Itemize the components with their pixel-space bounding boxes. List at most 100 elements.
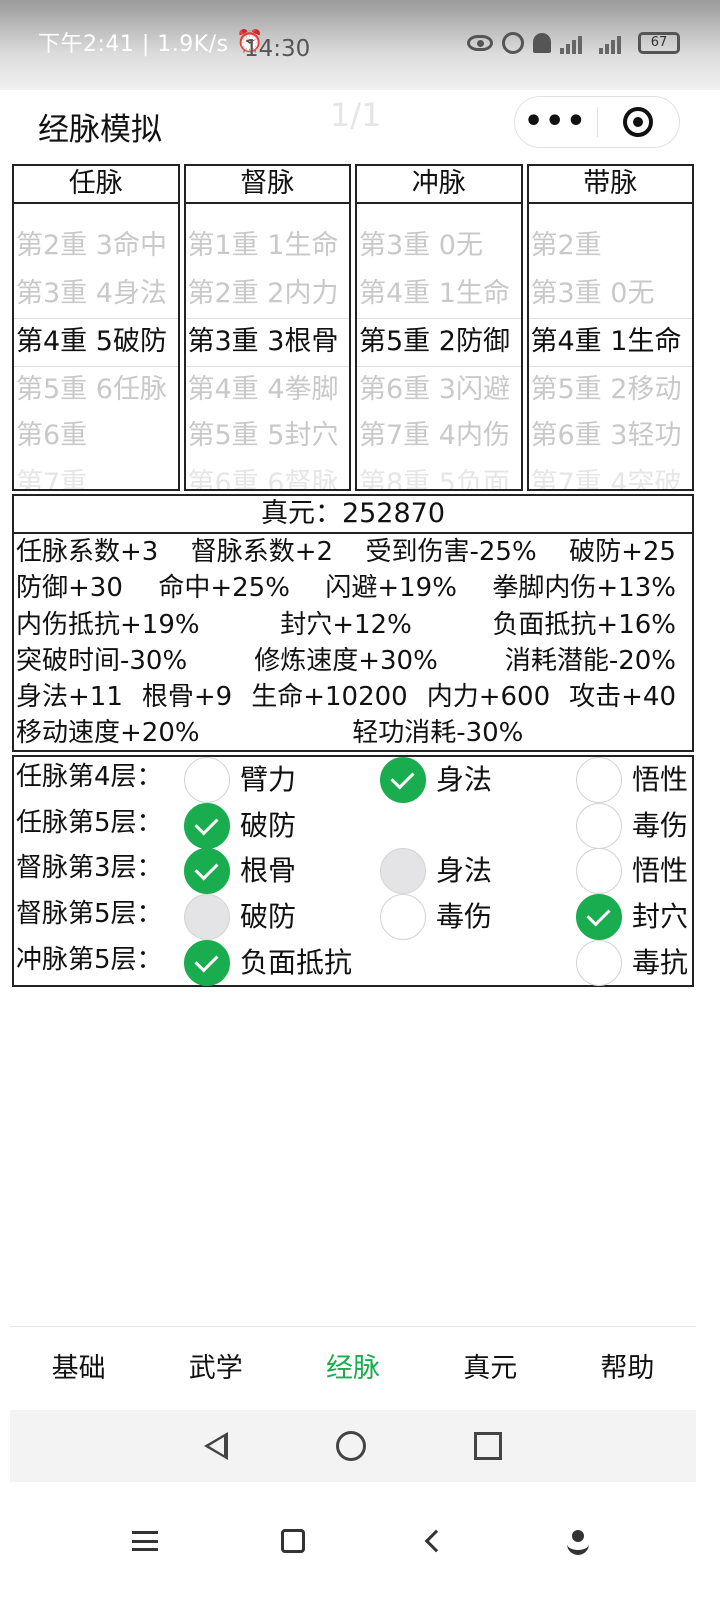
stat-item: 受到伤害-25% xyxy=(365,537,537,567)
page-indicator: 1/1 xyxy=(330,96,382,134)
radio-label[interactable]: 毒伤 xyxy=(436,894,492,940)
radio-label[interactable]: 身法 xyxy=(436,757,492,803)
tab-item[interactable]: 真元 xyxy=(422,1327,559,1410)
picker-option[interactable]: 第4重 1生命 xyxy=(357,270,521,318)
layer-option-row: 任脉第5层： 破防 毒伤 xyxy=(14,803,692,849)
meridian-picker[interactable]: 带脉 第2重 第3重 0无 第4重 1生命 第5重 2移动 第6重 3轻功 第7重 4突破 xyxy=(526,164,694,491)
radio-button[interactable] xyxy=(576,757,622,803)
tab-item[interactable]: 武学 xyxy=(147,1327,284,1410)
picker-option[interactable]: 第5重 2移动 xyxy=(529,366,693,414)
stat-item: 攻击+40 xyxy=(569,682,676,713)
layer-option-row: 督脉第5层： 破防 毒伤 封穴 xyxy=(14,894,692,940)
stat-line: 内伤抵抗+19% 封穴+12% 负面抵抗+16% xyxy=(14,607,692,643)
picker-option[interactable]: 第6重 6督脉 xyxy=(186,460,350,489)
close-mini-program-button[interactable] xyxy=(598,107,680,137)
stat-line: 移动速度+20% 轻功消耗-30% xyxy=(14,715,692,751)
tab-item[interactable]: 帮助 xyxy=(559,1327,696,1410)
stat-lines: 任脉系数+3 督脉系数+2 受到伤害-25% 破防+25 防御+30 命中+25% 闪避+1… xyxy=(14,534,692,752)
picker-option[interactable]: 第1重 1生命 xyxy=(186,222,350,270)
stat-item: 督脉系数+2 xyxy=(190,537,334,567)
radio-button[interactable] xyxy=(576,848,622,894)
picker-option[interactable]: 第3重 4身法 xyxy=(14,270,178,318)
radio-label[interactable]: 破防 xyxy=(240,803,296,849)
layer-label: 任脉第4层： xyxy=(16,762,163,792)
picker-option[interactable]: 第8重 5负面 xyxy=(357,460,521,489)
picker-header: 冲脉 xyxy=(357,166,521,204)
picker-option[interactable]: 第5重 6任脉 xyxy=(14,366,178,414)
picker-option[interactable]: 第2重 2内力 xyxy=(186,270,350,318)
stat-item: 消耗潜能-20% xyxy=(504,645,676,676)
meridian-picker[interactable]: 任脉 第2重 3命中 第3重 4身法 第4重 5破防 第5重 6任脉 第6重 第7重 xyxy=(12,164,180,491)
home-square-icon[interactable] xyxy=(280,1529,305,1553)
stat-item: 防御+30 xyxy=(16,573,123,604)
picker-wheel[interactable]: 第2重 第3重 0无 第4重 1生命 第5重 2移动 第6重 3轻功 第7重 4突破 xyxy=(528,204,693,489)
picker-wheel[interactable]: 第3重 0无 第4重 1生命 第5重 2防御 第6重 3闪避 第7重 4内伤 第8重 5负… xyxy=(357,204,521,489)
radio-checked[interactable] xyxy=(576,894,622,940)
back-triangle-icon[interactable] xyxy=(204,1432,228,1460)
stat-item: 拳脚内伤+13% xyxy=(492,573,676,604)
picker-option[interactable]: 第3重 0无 xyxy=(357,222,521,270)
stat-line: 身法+11 根骨+9 生命+10200 内力+600 攻击+40 xyxy=(14,679,692,715)
recent-apps-icon[interactable] xyxy=(474,1432,502,1460)
picker-wheel[interactable]: 第2重 3命中 第3重 4身法 第4重 5破防 第5重 6任脉 第6重 第7重 xyxy=(14,204,178,489)
tab-item[interactable]: 经脉 xyxy=(284,1327,421,1410)
radio-button[interactable] xyxy=(380,894,426,940)
status-clock-overlay: 14:30 xyxy=(244,36,311,62)
radio-checked[interactable] xyxy=(184,803,230,849)
picker-option[interactable]: 第3重 0无 xyxy=(529,270,693,318)
meridian-picker[interactable]: 冲脉 第3重 0无 第4重 1生命 第5重 2防御 第6重 3闪避 第7重 4内伤 第8重 … xyxy=(355,164,523,491)
radio-button[interactable] xyxy=(184,757,230,803)
picker-option[interactable]: 第6重 3轻功 xyxy=(529,412,693,460)
picker-selected-option[interactable]: 第5重 2防御 xyxy=(357,318,521,366)
radio-label[interactable]: 破防 xyxy=(240,894,296,940)
picker-option[interactable]: 第7重 xyxy=(14,460,178,489)
picker-option[interactable]: 第2重 3命中 xyxy=(14,222,178,270)
layer-label: 冲脉第5层： xyxy=(16,945,163,975)
picker-option[interactable]: 第6重 xyxy=(14,412,178,460)
picker-wheel[interactable]: 第1重 1生命 第2重 2内力 第3重 3根骨 第4重 4拳脚 第5重 5封穴 第6重 6… xyxy=(185,204,350,489)
picker-option[interactable]: 第6重 3闪避 xyxy=(357,366,521,414)
picker-header: 带脉 xyxy=(528,166,692,204)
radio-label[interactable]: 根骨 xyxy=(240,848,296,894)
system-nav-bar xyxy=(10,1410,696,1482)
stat-item: 任脉系数+3 xyxy=(16,537,159,567)
stat-item: 突破时间-30% xyxy=(16,645,188,676)
radio-label[interactable]: 封穴 xyxy=(632,894,688,940)
tab-item[interactable]: 基础 xyxy=(10,1327,147,1410)
picker-option[interactable]: 第7重 4内伤 xyxy=(357,412,521,460)
stat-item: 命中+25% xyxy=(158,573,290,604)
stat-item: 封穴+12% xyxy=(280,609,412,640)
picker-option[interactable]: 第5重 5封穴 xyxy=(186,412,350,460)
radio-label[interactable]: 负面抵抗 xyxy=(240,940,352,986)
radio-checked[interactable] xyxy=(184,940,230,986)
radio-label[interactable]: 臂力 xyxy=(240,757,296,803)
zhenyuan-row: 真元：252870 xyxy=(14,496,692,534)
picker-selected-option[interactable]: 第4重 1生命 xyxy=(529,318,693,366)
radio-button[interactable] xyxy=(576,940,622,986)
menu-icon[interactable] xyxy=(131,1531,158,1551)
picker-option[interactable]: 第7重 4突破 xyxy=(529,460,693,489)
more-options-button[interactable]: ••• xyxy=(515,107,597,137)
meridian-picker[interactable]: 督脉 第1重 1生命 第2重 2内力 第3重 3根骨 第4重 4拳脚 第5重 5封穴 第6重… xyxy=(183,164,351,491)
picker-selected-option[interactable]: 第3重 3根骨 xyxy=(186,318,350,366)
stat-item: 根骨+9 xyxy=(141,682,233,713)
radio-label[interactable]: 毒抗 xyxy=(632,940,688,986)
radio-label[interactable]: 悟性 xyxy=(632,848,688,894)
picker-indicator-line xyxy=(14,318,178,319)
radio-checked[interactable] xyxy=(184,848,230,894)
radio-checked[interactable] xyxy=(380,757,426,803)
picker-option[interactable]: 第2重 xyxy=(529,222,693,270)
picker-header: 督脉 xyxy=(185,166,349,204)
picker-option[interactable]: 第4重 4拳脚 xyxy=(186,366,350,414)
assistant-icon[interactable] xyxy=(566,1530,589,1555)
radio-label[interactable]: 毒伤 xyxy=(632,803,688,849)
home-circle-icon[interactable] xyxy=(336,1431,366,1461)
picker-indicator-line xyxy=(528,318,692,319)
radio-label[interactable]: 悟性 xyxy=(632,757,688,803)
back-chevron-icon[interactable] xyxy=(424,1529,447,1553)
picker-selected-option[interactable]: 第4重 5破防 xyxy=(14,318,178,366)
page-title: 经脉模拟 xyxy=(38,112,162,148)
radio-label[interactable]: 身法 xyxy=(436,848,492,894)
mini-program-capsule: ••• xyxy=(514,96,680,148)
radio-button[interactable] xyxy=(576,803,622,849)
